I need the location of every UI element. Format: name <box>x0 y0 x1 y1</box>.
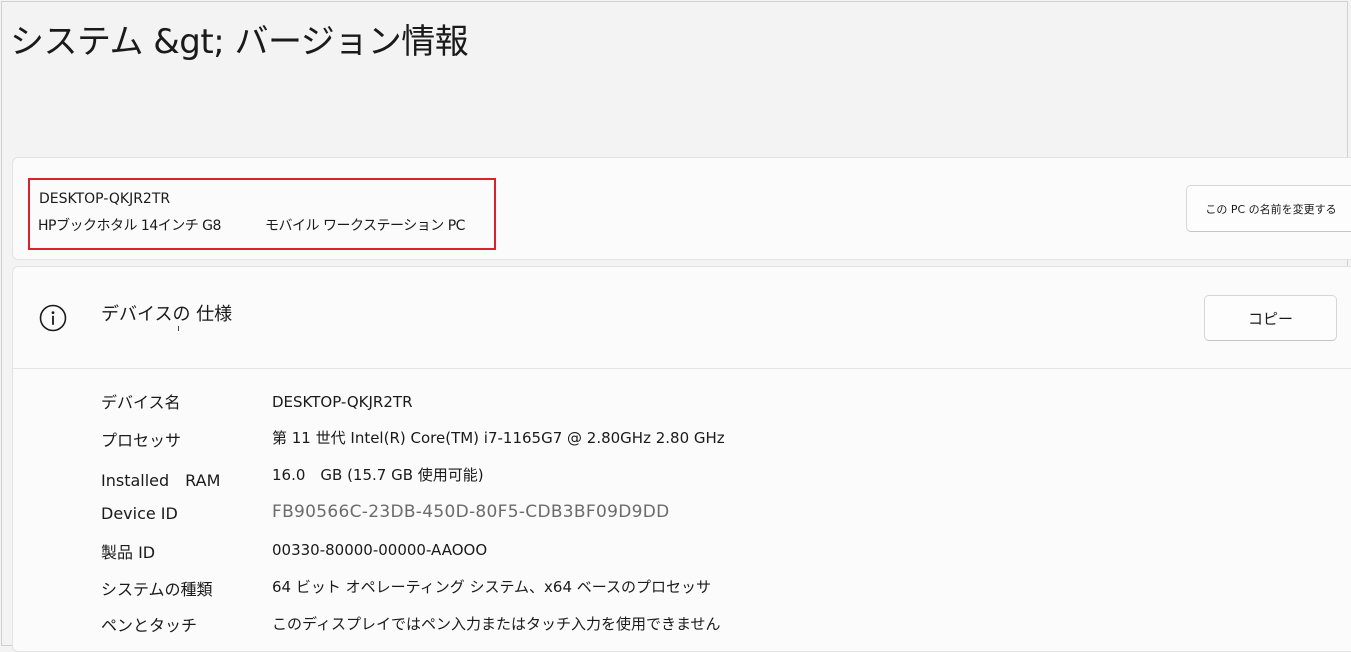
spec-value-processor: 第 11 世代 Intel(R) Core(TM) i7-1165G7 @ 2.… <box>272 429 725 447</box>
spec-label-ram: Installed RAM <box>101 471 221 490</box>
spec-value-product-id: 00330-80000-00000-AAOOO <box>272 541 488 559</box>
section-divider <box>13 368 1351 369</box>
spec-label-product-id: 製品 ID <box>101 543 156 562</box>
spec-value-pen-touch: このディスプレイではペン入力またはタッチ入力を使用できません <box>272 615 721 633</box>
spec-value-device-name: DESKTOP-QKJR2TR <box>272 393 413 411</box>
spec-label-system-type: システムの種類 <box>101 580 213 599</box>
page-title: システム &gt; バージョン情報 <box>10 22 469 62</box>
device-model: HPブックホタル 14インチ G8 <box>38 218 221 234</box>
section-title: デバイスの 仕様 <box>101 304 233 325</box>
spec-value-ram: 16.0 GB (15.7 GB 使用可能) <box>272 466 484 484</box>
spec-label-device-id: Device ID <box>101 504 178 523</box>
info-icon <box>39 304 67 332</box>
spec-label-device-name: デバイス名 <box>101 393 181 412</box>
copy-button[interactable]: コピー <box>1204 295 1337 341</box>
spec-label-processor: プロセッサ <box>101 431 182 450</box>
text-cursor-mark <box>178 326 179 331</box>
spec-value-system-type: 64 ビット オペレーティング システム、x64 ベースのプロセッサ <box>272 578 712 596</box>
device-name: DESKTOP-QKJR2TR <box>39 191 171 207</box>
device-type: モバイル ワークステーション PC <box>265 218 465 234</box>
spec-value-device-id: FB90566C-23DB-450D-80F5-CDB3BF09D9DD <box>272 502 670 522</box>
highlight-box <box>28 178 496 250</box>
rename-pc-button[interactable]: この PC の名前を変更する <box>1186 185 1351 232</box>
spec-label-pen-touch: ペンとタッチ <box>101 616 198 635</box>
